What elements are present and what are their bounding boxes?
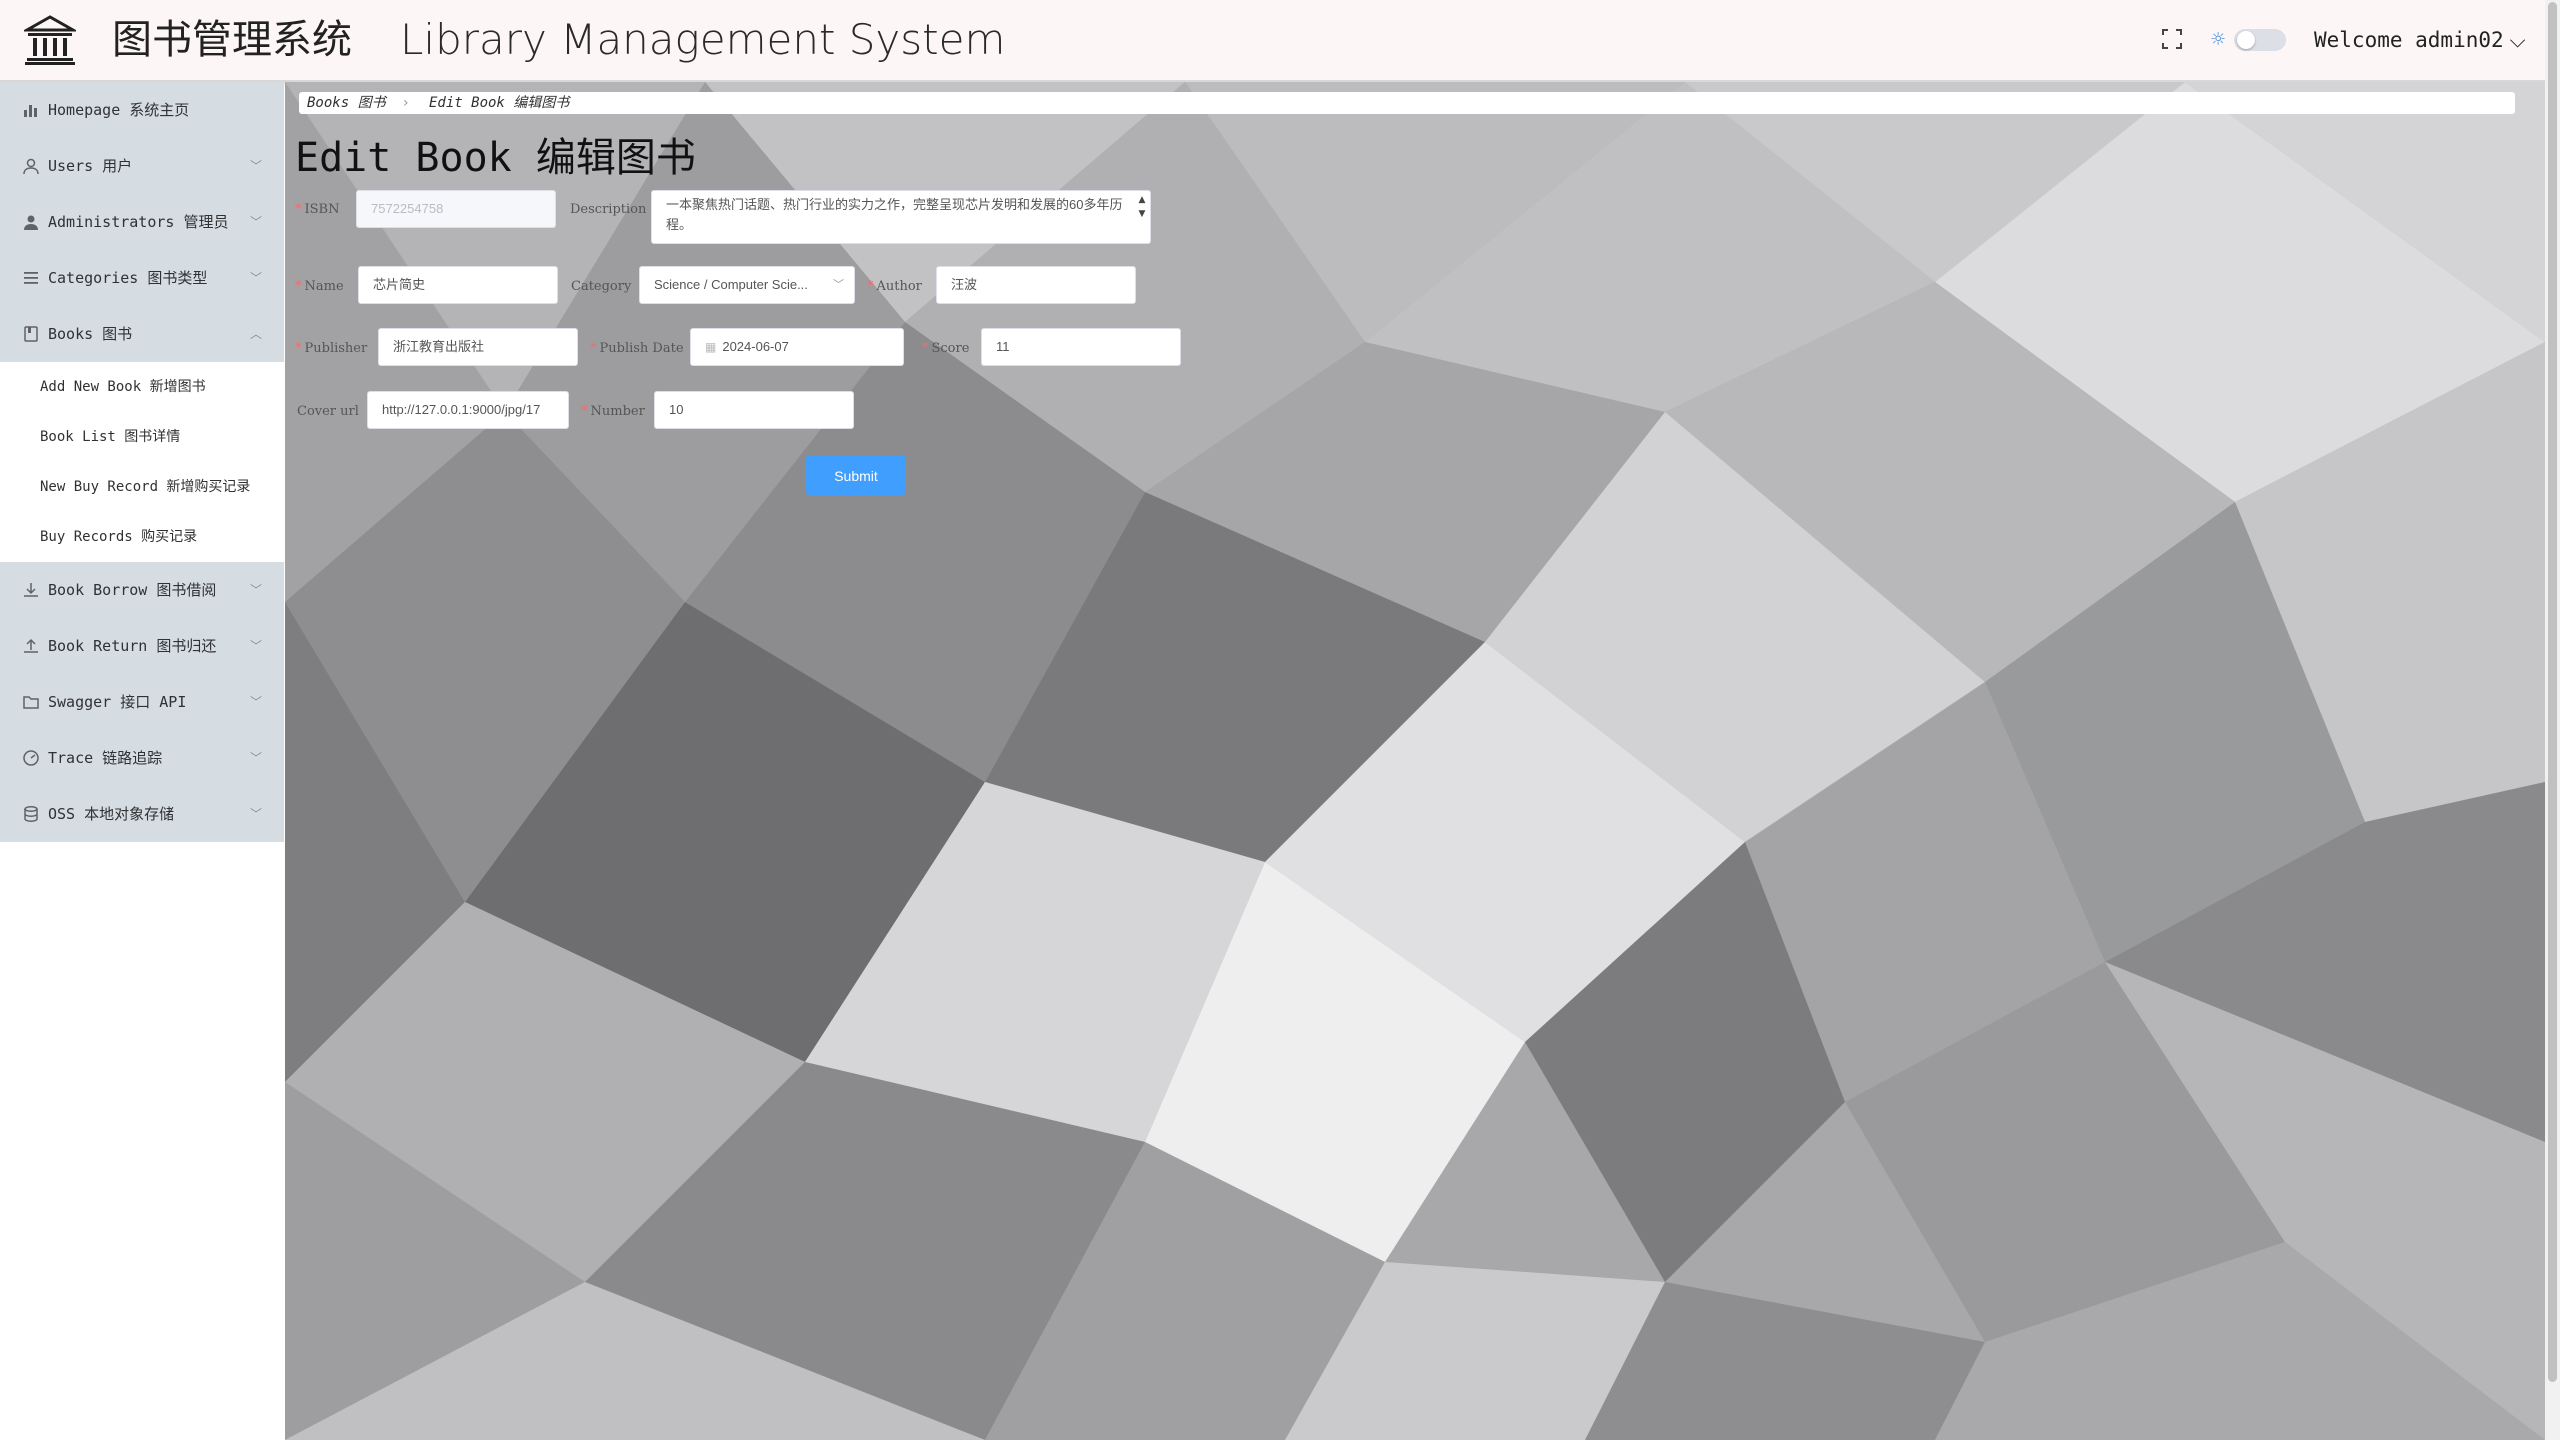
number-label: * Number [581,404,645,419]
sidebar-item-users[interactable]: Users 用户 ﹀ [0,138,284,194]
category-select[interactable]: Science / Computer Scie... ﹀ [639,266,855,304]
sidebar-item-label: Book Borrow 图书借阅 [48,581,217,599]
category-value: Science / Computer Scie... [654,277,808,292]
publish-date-picker[interactable]: ▦ 2024-06-07 [690,328,904,366]
vertical-scrollbar[interactable] [2545,0,2560,1440]
author-label: * Author [867,279,922,294]
scrollbar-thumb[interactable] [2548,2,2557,1382]
sidebar-item-label: Book Return 图书归还 [48,637,217,655]
publish-date-value: 2024-06-07 [722,339,789,354]
sidebar-item-label: OSS 本地对象存储 [48,805,175,823]
admin-user-icon [24,215,38,230]
sidebar: Homepage 系统主页 Users 用户 ﹀ Administrators … [0,82,284,1440]
sidebar-item-label: Homepage 系统主页 [48,101,190,119]
sidebar-item-label: Trace 链路追踪 [48,749,163,767]
library-building-icon [24,15,76,65]
description-textarea[interactable]: 一本聚焦热门话题、热门行业的实力之作，完整呈现芯片发明和发展的60多年历程。 ▲… [651,190,1151,244]
sun-icon: ☼ [2210,29,2227,50]
sidebar-item-book-borrow[interactable]: Book Borrow 图书借阅 ﹀ [0,562,284,618]
cover-url-field[interactable]: http://127.0.0.1:9000/jpg/17 [367,391,569,429]
main-content: Books 图书 › Edit Book 编辑图书 Edit Book 编辑图书… [285,82,2545,1440]
description-label: Description [570,202,647,217]
list-icon [24,272,38,284]
isbn-label: * ISBN [295,202,340,217]
user-menu[interactable]: Welcome admin02 ⌵ [2314,22,2526,58]
publisher-field[interactable]: 浙江教育出版社 [378,328,578,366]
sidebar-item-oss[interactable]: OSS 本地对象存储 ﹀ [0,786,284,842]
sidebar-item-swagger[interactable]: Swagger 接口 API ﹀ [0,674,284,730]
chevron-down-icon: ﹀ [250,751,263,765]
breadcrumb-edit-book: Edit Book 编辑图书 [429,95,570,111]
page-title: Edit Book 编辑图书 [295,135,696,181]
score-label: * Score [922,341,970,356]
breadcrumb-books[interactable]: Books 图书 [307,92,386,114]
sidebar-item-administrators[interactable]: Administrators 管理员 ﹀ [0,194,284,250]
upload-icon [24,638,38,653]
number-field[interactable]: 10 [654,391,854,429]
name-label: * Name [295,279,344,294]
user-icon [23,158,39,175]
sidebar-item-books[interactable]: Books 图书 ︿ [0,306,284,362]
chevron-down-icon: ⌵ [2509,28,2526,52]
app-title-cn: 图书管理系统 [112,17,352,63]
score-field[interactable]: 11 [981,328,1181,366]
sidebar-subitem-book-list[interactable]: Book List 图书详情 [0,412,284,462]
submit-button[interactable]: Submit [806,455,906,495]
sidebar-item-label: Administrators 管理员 [48,213,229,231]
isbn-field[interactable]: 7572254758 [356,190,556,228]
textarea-scroll-icon[interactable]: ▲ ▼ [1136,193,1148,241]
gauge-icon [23,750,39,766]
description-text: 一本聚焦热门话题、热门行业的实力之作，完整呈现芯片发明和发展的60多年历程。 [666,197,1123,232]
chevron-up-icon: ︿ [250,327,263,341]
chevron-down-icon: ﹀ [250,215,263,229]
chevron-down-icon: ﹀ [833,278,844,291]
sidebar-subitem-buy-records[interactable]: Buy Records 购买记录 [0,512,284,562]
welcome-text: Welcome admin02 [2314,28,2504,52]
publisher-label: * Publisher [295,341,368,356]
cover-url-label: Cover url [297,404,359,419]
sidebar-item-label: Books 图书 [48,325,133,343]
fullscreen-icon[interactable] [2160,27,2184,51]
chevron-down-icon: ﹀ [250,583,263,597]
category-label: Category [571,279,632,294]
name-field[interactable]: 芯片简史 [358,266,558,304]
chevron-down-icon: ﹀ [250,807,263,821]
database-icon [24,806,38,822]
sidebar-item-homepage[interactable]: Homepage 系统主页 [0,82,284,138]
theme-toggle[interactable]: ☼ [2210,28,2290,52]
book-icon [24,326,38,342]
bar-chart-icon [24,105,37,117]
app-title-en: Library Management System [400,15,1006,64]
calendar-icon: ▦ [705,340,717,354]
publish-date-label: * Publish Date [590,341,684,356]
sidebar-item-label: Users 用户 [48,157,133,175]
author-field[interactable]: 汪波 [936,266,1136,304]
chevron-down-icon: ﹀ [250,639,263,653]
breadcrumb: Books 图书 › Edit Book 编辑图书 [299,92,2515,114]
top-header: 图书管理系统 Library Management System ☼ Welco… [0,0,2545,82]
chevron-down-icon: ﹀ [250,695,263,709]
chevron-down-icon: ﹀ [250,271,263,285]
download-icon [24,583,38,597]
chevron-down-icon: ﹀ [250,159,263,173]
sidebar-item-trace[interactable]: Trace 链路追踪 ﹀ [0,730,284,786]
sidebar-item-label: Categories 图书类型 [48,269,208,287]
sidebar-item-book-return[interactable]: Book Return 图书归还 ﹀ [0,618,284,674]
sidebar-item-categories[interactable]: Categories 图书类型 ﹀ [0,250,284,306]
sidebar-item-label: Swagger 接口 API [48,693,187,711]
folder-icon [23,696,39,709]
breadcrumb-separator-icon: › [403,95,409,111]
sidebar-subitem-add-new-book[interactable]: Add New Book 新增图书 [0,362,284,412]
sidebar-subitem-new-buy-record[interactable]: New Buy Record 新增购买记录 [0,462,284,512]
